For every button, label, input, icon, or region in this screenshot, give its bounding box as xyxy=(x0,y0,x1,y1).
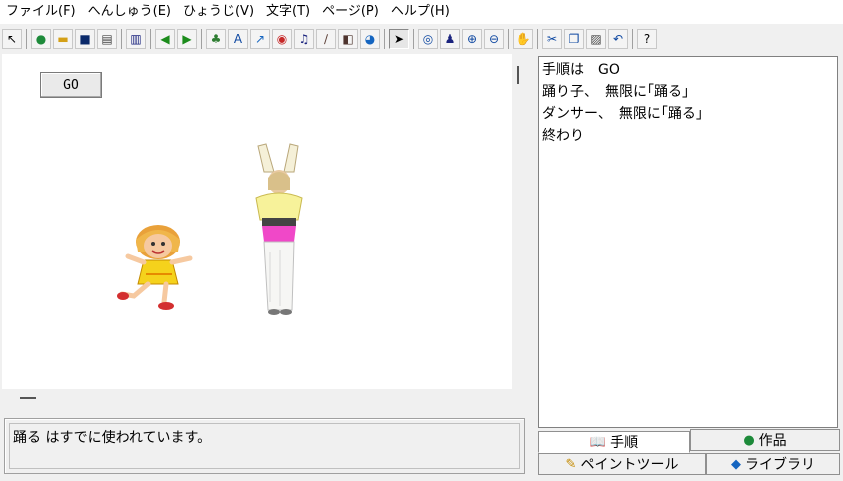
book-icon: 📖 xyxy=(589,434,607,450)
splitter-handle[interactable] xyxy=(20,397,36,399)
stage-scroll-handle[interactable] xyxy=(517,66,519,84)
toolbar-separator xyxy=(26,29,27,49)
copy-icon: ❐ xyxy=(568,32,580,46)
view-eye-icon: ◎ xyxy=(422,32,434,46)
forward-button[interactable]: ▶ xyxy=(177,29,197,49)
tab-library-label: ライブラリ xyxy=(745,457,815,473)
message-text: 踊る はすでに使われています。 xyxy=(9,423,520,469)
world-button[interactable]: ● xyxy=(31,29,51,49)
open-icon: ▬ xyxy=(57,32,69,46)
tab-works[interactable]: ● 作品 xyxy=(690,429,840,451)
globe-icon: ◕ xyxy=(364,32,376,46)
tab-works-label: 作品 xyxy=(758,433,787,449)
brush-icon: ✎ xyxy=(565,456,577,472)
video-button[interactable]: ◧ xyxy=(338,29,358,49)
help-icon: ? xyxy=(643,32,651,46)
menu-text[interactable]: 文字(T) xyxy=(260,0,316,24)
page-layout-button[interactable]: ▥ xyxy=(126,29,146,49)
undo-icon: ↶ xyxy=(612,32,624,46)
toolbar-separator xyxy=(201,29,202,49)
menu-page[interactable]: ページ(P) xyxy=(316,0,385,24)
toolbar-separator xyxy=(537,29,538,49)
menu-edit[interactable]: へんしゅう(E) xyxy=(82,0,177,24)
arrow-pointer-button[interactable]: ➤ xyxy=(389,29,409,49)
script-line[interactable]: 終わり xyxy=(542,125,834,147)
paste-button[interactable]: ▨ xyxy=(586,29,606,49)
menu-bar: ファイル(F) へんしゅう(E) ひょうじ(V) 文字(T) ページ(P) ヘル… xyxy=(0,0,843,24)
print-icon: ▤ xyxy=(101,32,113,46)
wand-button[interactable]: ∕ xyxy=(316,29,336,49)
message-panel: 踊る はすでに使われています。 xyxy=(4,418,525,474)
back-button[interactable]: ◀ xyxy=(155,29,175,49)
eye-button[interactable]: ◉ xyxy=(272,29,292,49)
zoom-out-icon: ⊖ xyxy=(488,32,500,46)
menu-help[interactable]: ヘルプ(H) xyxy=(385,0,456,24)
save-icon: ■ xyxy=(79,32,91,46)
menu-view[interactable]: ひょうじ(V) xyxy=(177,0,260,24)
stage-canvas[interactable]: GO xyxy=(2,54,512,389)
toolbar-separator xyxy=(632,29,633,49)
menu-file[interactable]: ファイル(F) xyxy=(0,0,82,24)
toolbar-separator xyxy=(413,29,414,49)
shapes-icon: ◆ xyxy=(731,456,741,472)
tab-library[interactable]: ◆ ライブラリ xyxy=(706,453,840,475)
toolbar-separator xyxy=(150,29,151,49)
toolbar: ↖ ● ▬ ■ ▤ ▥ ◀ ▶ ♣ A ↗ ◉ ♫ ∕ ◧ ◕ ➤ ◎ ♟ ⊕ ⊖ ✋ ✂ ❐ ▨ ↶? xyxy=(0,26,843,52)
world-icon: ● xyxy=(35,32,47,46)
video-icon: ◧ xyxy=(342,32,354,46)
tab-procedure-label: 手順 xyxy=(610,435,639,451)
copy-button[interactable]: ❐ xyxy=(564,29,584,49)
script-line[interactable]: 踊り子、 無限に｢踊る｣ xyxy=(542,81,834,103)
music-button[interactable]: ♫ xyxy=(294,29,314,49)
print-button[interactable]: ▤ xyxy=(97,29,117,49)
script-editor[interactable]: 手順は GO 踊り子、 無限に｢踊る｣ ダンサー、 無限に｢踊る｣ 終わり xyxy=(538,56,838,428)
stop-icon: ✋ xyxy=(515,32,531,46)
help-button[interactable]: ? xyxy=(637,29,657,49)
stamp-icon: ♟ xyxy=(444,32,456,46)
paste-icon: ▨ xyxy=(590,32,602,46)
plant-icon: ♣ xyxy=(210,32,222,46)
zoom-in-icon: ⊕ xyxy=(466,32,478,46)
open-button[interactable]: ▬ xyxy=(53,29,73,49)
tab-paint-tool[interactable]: ✎ ペイントツール xyxy=(538,453,706,475)
save-button[interactable]: ■ xyxy=(75,29,95,49)
woman-dancer-sprite[interactable] xyxy=(246,142,312,318)
wand-icon: ∕ xyxy=(323,32,329,46)
eye-icon: ◉ xyxy=(276,32,288,46)
stamp-button[interactable]: ♟ xyxy=(440,29,460,49)
tab-procedure[interactable]: 📖 手順 xyxy=(538,431,690,453)
cut-button[interactable]: ✂ xyxy=(542,29,562,49)
text-button[interactable]: A xyxy=(228,29,248,49)
view-eye-button[interactable]: ◎ xyxy=(418,29,438,49)
toolbar-separator xyxy=(121,29,122,49)
child-dancer-sprite[interactable] xyxy=(114,222,204,316)
rocket-icon: ↗ xyxy=(254,32,266,46)
script-line[interactable]: 手順は GO xyxy=(542,59,834,81)
arrow-pointer-icon: ➤ xyxy=(393,32,405,46)
pointer-small-icon: ↖ xyxy=(6,32,18,46)
rocket-button[interactable]: ↗ xyxy=(250,29,270,49)
toolbar-separator xyxy=(384,29,385,49)
script-line[interactable]: ダンサー、 無限に｢踊る｣ xyxy=(542,103,834,125)
stop-button[interactable]: ✋ xyxy=(513,29,533,49)
music-icon: ♫ xyxy=(298,32,310,46)
zoom-out-button[interactable]: ⊖ xyxy=(484,29,504,49)
zoom-in-button[interactable]: ⊕ xyxy=(462,29,482,49)
go-button[interactable]: GO xyxy=(40,72,102,98)
tab-paint-tool-label: ペイントツール xyxy=(580,457,679,473)
text-icon: A xyxy=(233,32,243,46)
forward-icon: ▶ xyxy=(182,32,192,46)
undo-button[interactable]: ↶ xyxy=(608,29,628,49)
toolbar-separator xyxy=(508,29,509,49)
back-icon: ◀ xyxy=(160,32,170,46)
plant-button[interactable]: ♣ xyxy=(206,29,226,49)
pointer-small-button[interactable]: ↖ xyxy=(2,29,22,49)
globe-icon: ● xyxy=(743,432,755,448)
globe-button[interactable]: ◕ xyxy=(360,29,380,49)
page-layout-icon: ▥ xyxy=(130,32,142,46)
cut-icon: ✂ xyxy=(546,32,558,46)
